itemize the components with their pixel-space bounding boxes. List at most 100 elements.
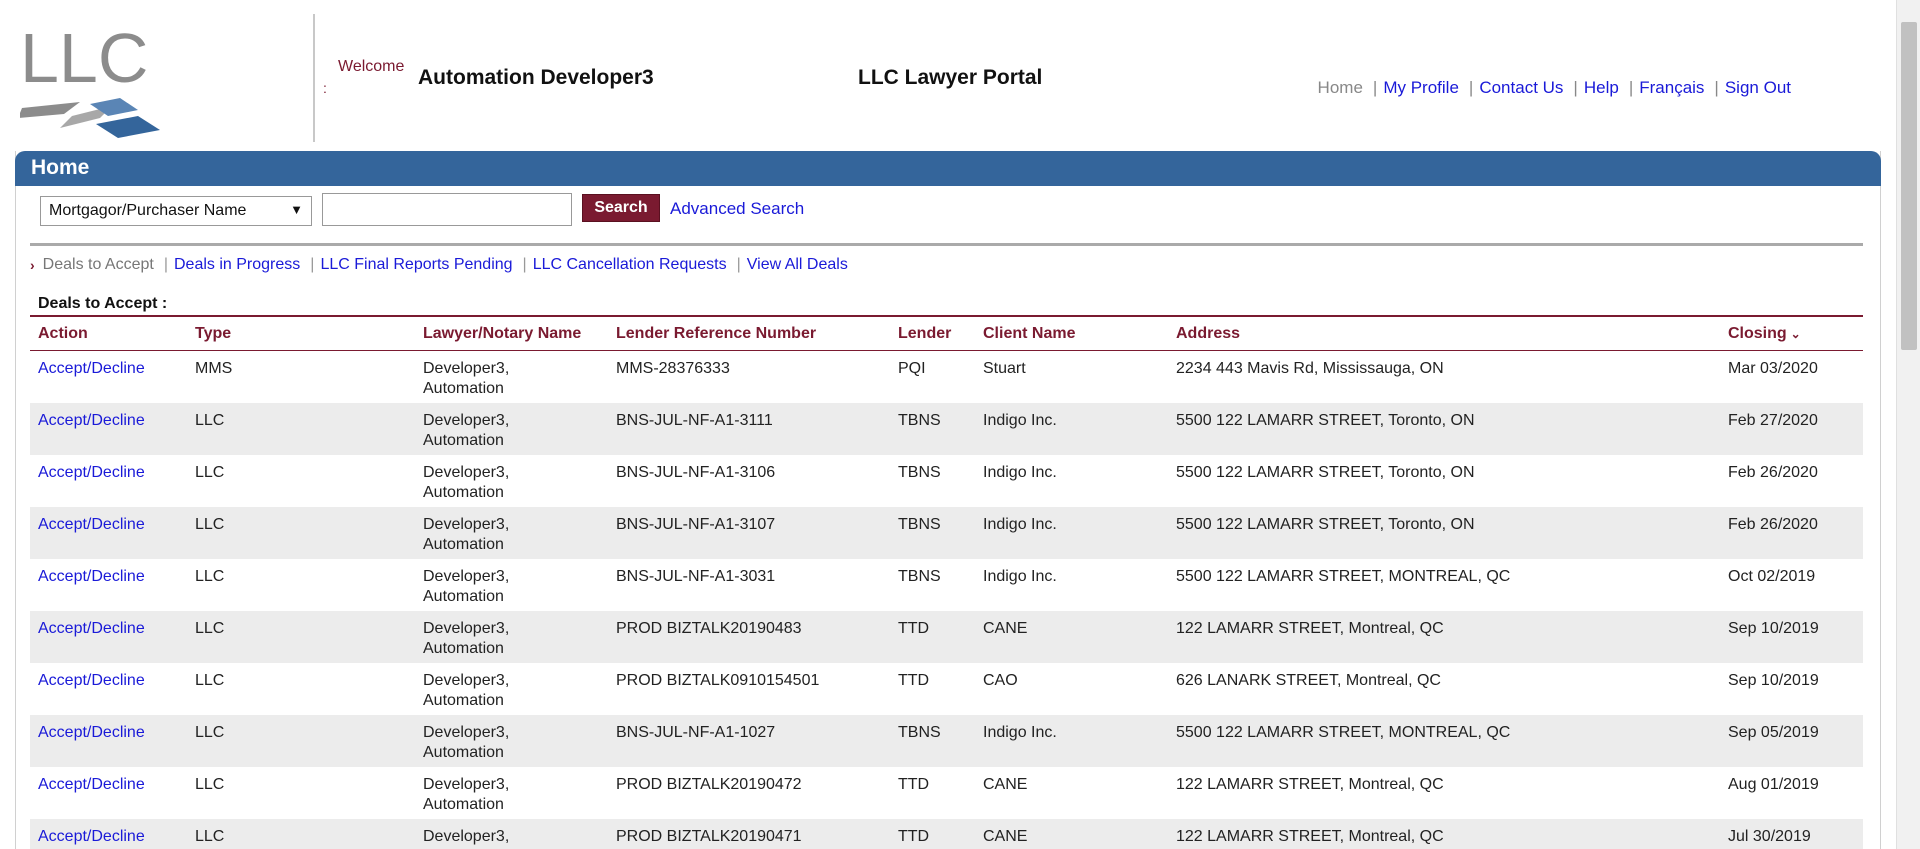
welcome-colon: : [323,80,327,96]
section-title: Deals to Accept : [38,295,168,312]
divider [30,243,1863,246]
cell-lender: TBNS [898,568,941,585]
table-row: Accept/Decline LLC Developer3, Automation BN… [30,715,1863,767]
subnav-deals-in-progress[interactable]: Deals in Progress [174,256,300,274]
cell-lawyer-line: Automation [423,432,504,449]
cell-lawyer-line: Automation [423,536,504,553]
page-scrollbar[interactable] [1896,0,1920,849]
scrollbar-thumb[interactable] [1901,22,1917,350]
search-button[interactable]: Search [582,194,660,222]
cell-action-link[interactable]: Accept/Decline [38,463,145,483]
user-name: Automation Developer3 [418,66,654,89]
table-row: Accept/Decline MMS Developer3, Automation MM… [30,351,1863,403]
page-header: LLC Welcome : Automation Developer3 LLC … [0,0,1880,150]
subnav-deals-to-accept[interactable]: Deals to Accept [43,256,154,274]
cell-action-link[interactable]: Accept/Decline [38,515,145,535]
cell-lawyer: Developer3, Automation [423,775,509,815]
cell-lawyer: Developer3, Automation [423,619,509,659]
cell-closing: Sep 05/2019 [1728,724,1819,741]
cell-client: Indigo Inc. [983,464,1057,481]
cell-reference: BNS-JUL-NF-A1-3031 [616,568,776,585]
cell-action-link[interactable]: Accept/Decline [38,567,145,587]
cell-lawyer: Developer3, [423,827,509,847]
header-divider [313,14,315,142]
cell-lawyer-line: Automation [423,744,504,761]
cell-type: LLC [195,620,225,637]
search-input[interactable] [322,193,572,226]
chevron-right-icon: › [30,257,35,273]
cell-action-link[interactable]: Accept/Decline [38,411,145,431]
sort-desc-icon: ⌄ [1790,327,1801,341]
cell-client: Indigo Inc. [983,568,1057,585]
cell-reference: BNS-JUL-NF-A1-3107 [616,516,776,533]
cell-type: LLC [195,464,225,481]
subnav-view-all-deals[interactable]: View All Deals [747,256,848,274]
subnav-final-reports-pending[interactable]: LLC Final Reports Pending [320,256,512,274]
cell-lawyer: Developer3, Automation [423,723,509,763]
advanced-search-link[interactable]: Advanced Search [670,199,804,219]
col-header-address: Address [1176,325,1241,342]
cell-lawyer-line: Developer3, [423,412,510,429]
cell-lawyer-line: Automation [423,380,504,397]
col-header-type: Type [195,325,232,342]
dropdown-arrow-icon: ▼ [290,202,303,217]
subnav-separator: | [163,256,168,273]
nav-home[interactable]: Home [1318,78,1363,98]
cell-lender: TTD [898,828,930,845]
nav-separator: | [1714,78,1719,97]
nav-contact-us[interactable]: Contact Us [1479,78,1563,98]
table-row: Accept/Decline LLC Developer3, Automation PR… [30,611,1863,663]
table-header: Action Type Lawyer/Notary Name Lender Re… [30,317,1863,351]
cell-lender: PQI [898,360,926,377]
cell-lawyer-line: Developer3, [423,464,510,481]
cell-action-link[interactable]: Accept/Decline [38,775,145,795]
table-body: Accept/Decline MMS Developer3, Automation MM… [30,351,1863,849]
svg-text:LLC: LLC [20,20,148,97]
nav-separator: | [1468,78,1474,97]
nav-separator: | [1372,78,1378,97]
table-row: Accept/Decline LLC Developer3, Automation BN… [30,455,1863,507]
subnav-separator: | [310,256,315,273]
deals-sub-nav: › Deals to Accept | Deals in Progress | … [30,256,848,274]
cell-lender: TTD [898,672,930,689]
cell-action-link[interactable]: Accept/Decline [38,671,145,691]
cell-lawyer-line: Automation [423,692,504,709]
cell-address: 5500 122 LAMARR STREET, Toronto, ON [1176,412,1475,429]
col-header-action: Action [38,325,88,342]
subnav-cancellation-requests[interactable]: LLC Cancellation Requests [533,256,727,274]
nav-my-profile[interactable]: My Profile [1383,78,1459,98]
nav-francais[interactable]: Français [1639,78,1704,98]
cell-address: 5500 122 LAMARR STREET, Toronto, ON [1176,516,1475,533]
cell-closing: Feb 26/2020 [1728,516,1818,533]
cell-address: 122 LAMARR STREET, Montreal, QC [1176,828,1444,845]
nav-separator: | [1628,78,1634,97]
col-header-closing[interactable]: Closing ⌄ [1728,325,1801,343]
cell-type: LLC [195,776,225,793]
welcome-label: Welcome [338,58,405,75]
cell-reference: BNS-JUL-NF-A1-3106 [616,464,776,481]
cell-client: Indigo Inc. [983,516,1057,533]
table-row: Accept/Decline LLC Developer3, Automation PR… [30,767,1863,819]
cell-closing: Sep 10/2019 [1728,672,1819,689]
cell-type: LLC [195,828,225,845]
cell-lawyer: Developer3, Automation [423,463,509,503]
cell-reference: PROD BIZTALK20190472 [616,776,802,793]
search-type-select[interactable]: Mortgagor/Purchaser Name ▼ [40,196,312,226]
col-header-closing-label: Closing [1728,325,1787,342]
cell-address: 2234 443 Mavis Rd, Mississauga, ON [1176,360,1444,377]
table-row: Accept/Decline LLC Developer3, PROD BIZTALK… [30,819,1863,849]
nav-help[interactable]: Help [1584,78,1619,98]
cell-action-link[interactable]: Accept/Decline [38,827,145,847]
cell-action-link[interactable]: Accept/Decline [38,359,145,379]
cell-action-link[interactable]: Accept/Decline [38,619,145,639]
home-bar: Home [15,151,1881,186]
cell-lender: TBNS [898,412,941,429]
cell-action-link[interactable]: Accept/Decline [38,723,145,743]
nav-sign-out[interactable]: Sign Out [1725,78,1791,98]
deals-table: Action Type Lawyer/Notary Name Lender Re… [30,317,1863,849]
llc-logo: LLC [18,19,165,140]
col-header-lawyer: Lawyer/Notary Name [423,325,582,342]
cell-address: 5500 122 LAMARR STREET, MONTREAL, QC [1176,568,1511,585]
cell-reference: BNS-JUL-NF-A1-3111 [616,412,773,429]
cell-address: 122 LAMARR STREET, Montreal, QC [1176,620,1444,637]
